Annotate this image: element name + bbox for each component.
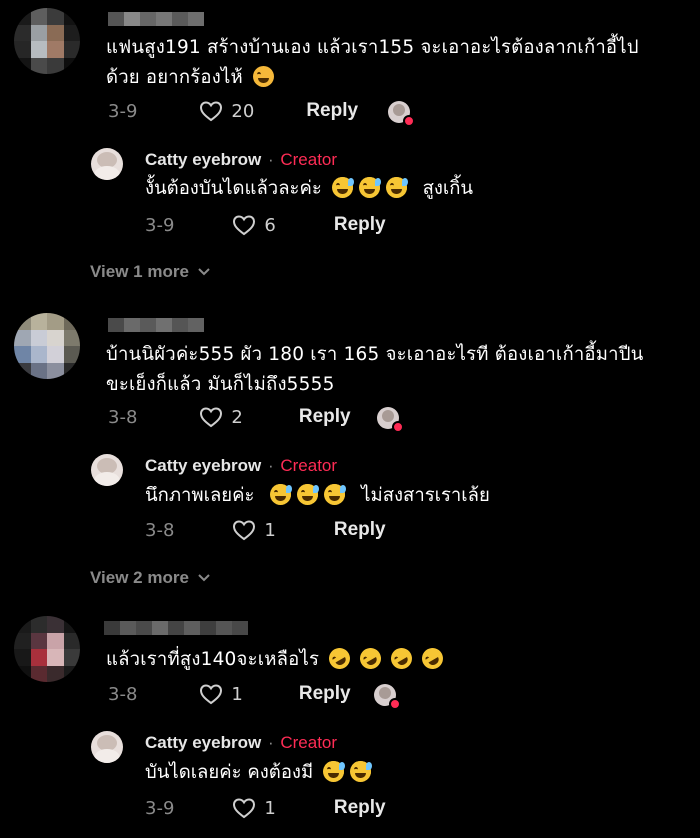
reply-button[interactable]: Reply [334,797,386,819]
reply-button[interactable]: Reply [334,214,386,236]
rolling-laughing-emoji [418,644,448,673]
grinning-sweat-emoji [323,761,346,782]
reply-meta: 3-9 1 Reply [145,797,386,819]
rolling-laughing-emoji [387,644,417,673]
like-button[interactable]: 1 [232,797,276,819]
avatar[interactable] [14,313,80,379]
like-button[interactable]: 1 [232,519,276,541]
comment-text: แฟนสูง191 สร้างบ้านเอง แล้วเรา155 จะเอาอ… [106,33,686,93]
heart-icon [392,421,404,433]
creator-liked-badge [377,407,404,433]
creator-avatar[interactable] [91,148,123,180]
grinning-sweat-emoji [297,484,320,505]
reply-meta: 3-9 6 Reply [145,214,386,236]
creator-name[interactable]: Catty eyebrow [145,733,261,752]
username-blurred[interactable] [108,12,204,26]
like-button[interactable]: 6 [232,214,276,236]
reply-button[interactable]: Reply [299,406,351,428]
creator-header: Catty eyebrow · Creator [145,733,338,752]
reply-text: บันไดเลยค่ะ คงต้องมี [145,758,373,788]
heart-icon [403,115,415,127]
like-count: 20 [231,100,255,122]
creator-header: Catty eyebrow · Creator [145,150,338,169]
creator-badge: Creator [280,733,338,752]
creator-name[interactable]: Catty eyebrow [145,456,261,475]
grinning-sweat-emoji [331,177,354,198]
reply-text: นึกภาพเลยค่ะ ไม่สงสารเราเล้ย [145,484,490,506]
rolling-laughing-emoji [356,644,386,673]
reply-button[interactable]: Reply [306,100,358,122]
creator-liked-badge [388,101,415,127]
chevron-down-icon [198,574,210,582]
avatar[interactable] [14,8,80,74]
comment-meta: 3-8 1 Reply [108,683,351,705]
grinning-sweat-emoji [385,177,408,198]
heart-outline-icon [233,798,256,819]
reply-text: งั้นต้องบันไดแล้วละค่ะ สูงเกิ้น [145,177,474,199]
grinning-sweat-emoji [324,484,347,505]
weary-emoji [252,66,274,87]
heart-icon [389,698,401,710]
chevron-down-icon [198,268,210,276]
grinning-sweat-emoji [358,177,381,198]
creator-badge: Creator [280,150,338,169]
grinning-sweat-emoji [350,761,373,782]
avatar[interactable] [14,616,80,682]
heart-outline-icon [200,407,223,428]
rolling-laughing-emoji [325,644,355,673]
creator-name[interactable]: Catty eyebrow [145,150,261,169]
comment-meta: 3-9 20 Reply [108,100,358,122]
username-blurred[interactable] [104,621,248,635]
view-more-replies[interactable]: View 1 more [90,262,211,282]
like-button[interactable]: 20 [199,100,254,122]
view-more-replies[interactable]: View 2 more [90,568,211,588]
reply-meta: 3-8 1 Reply [145,519,386,541]
creator-liked-badge [374,684,401,710]
heart-outline-icon [233,520,256,541]
comment-date: 3-9 [108,100,138,122]
like-button[interactable]: 1 [199,683,243,705]
comment-text: บ้านนิผัวค่ะ555 ผัว 180 เรา 165 จะเอาอะไ… [106,344,644,395]
heart-outline-icon [200,101,223,122]
heart-outline-icon [200,684,223,705]
like-button[interactable]: 2 [199,406,243,428]
reply-button[interactable]: Reply [299,683,351,705]
creator-badge: Creator [280,456,338,475]
username-blurred[interactable] [108,318,204,332]
comment-text-line-2: ด้วย อยากร้องไห้ [106,67,243,88]
grinning-sweat-emoji [270,484,293,505]
creator-header: Catty eyebrow · Creator [145,456,338,475]
creator-avatar[interactable] [91,454,123,486]
comment-text: แล้วเราที่สูง140จะเหลือไร [106,644,686,675]
comment-meta: 3-8 2 Reply [108,406,351,428]
reply-button[interactable]: Reply [334,519,386,541]
heart-outline-icon [233,215,256,236]
comment-text-line-1: แฟนสูง191 สร้างบ้านเอง แล้วเรา155 จะเอาอ… [106,37,639,58]
creator-avatar[interactable] [91,731,123,763]
